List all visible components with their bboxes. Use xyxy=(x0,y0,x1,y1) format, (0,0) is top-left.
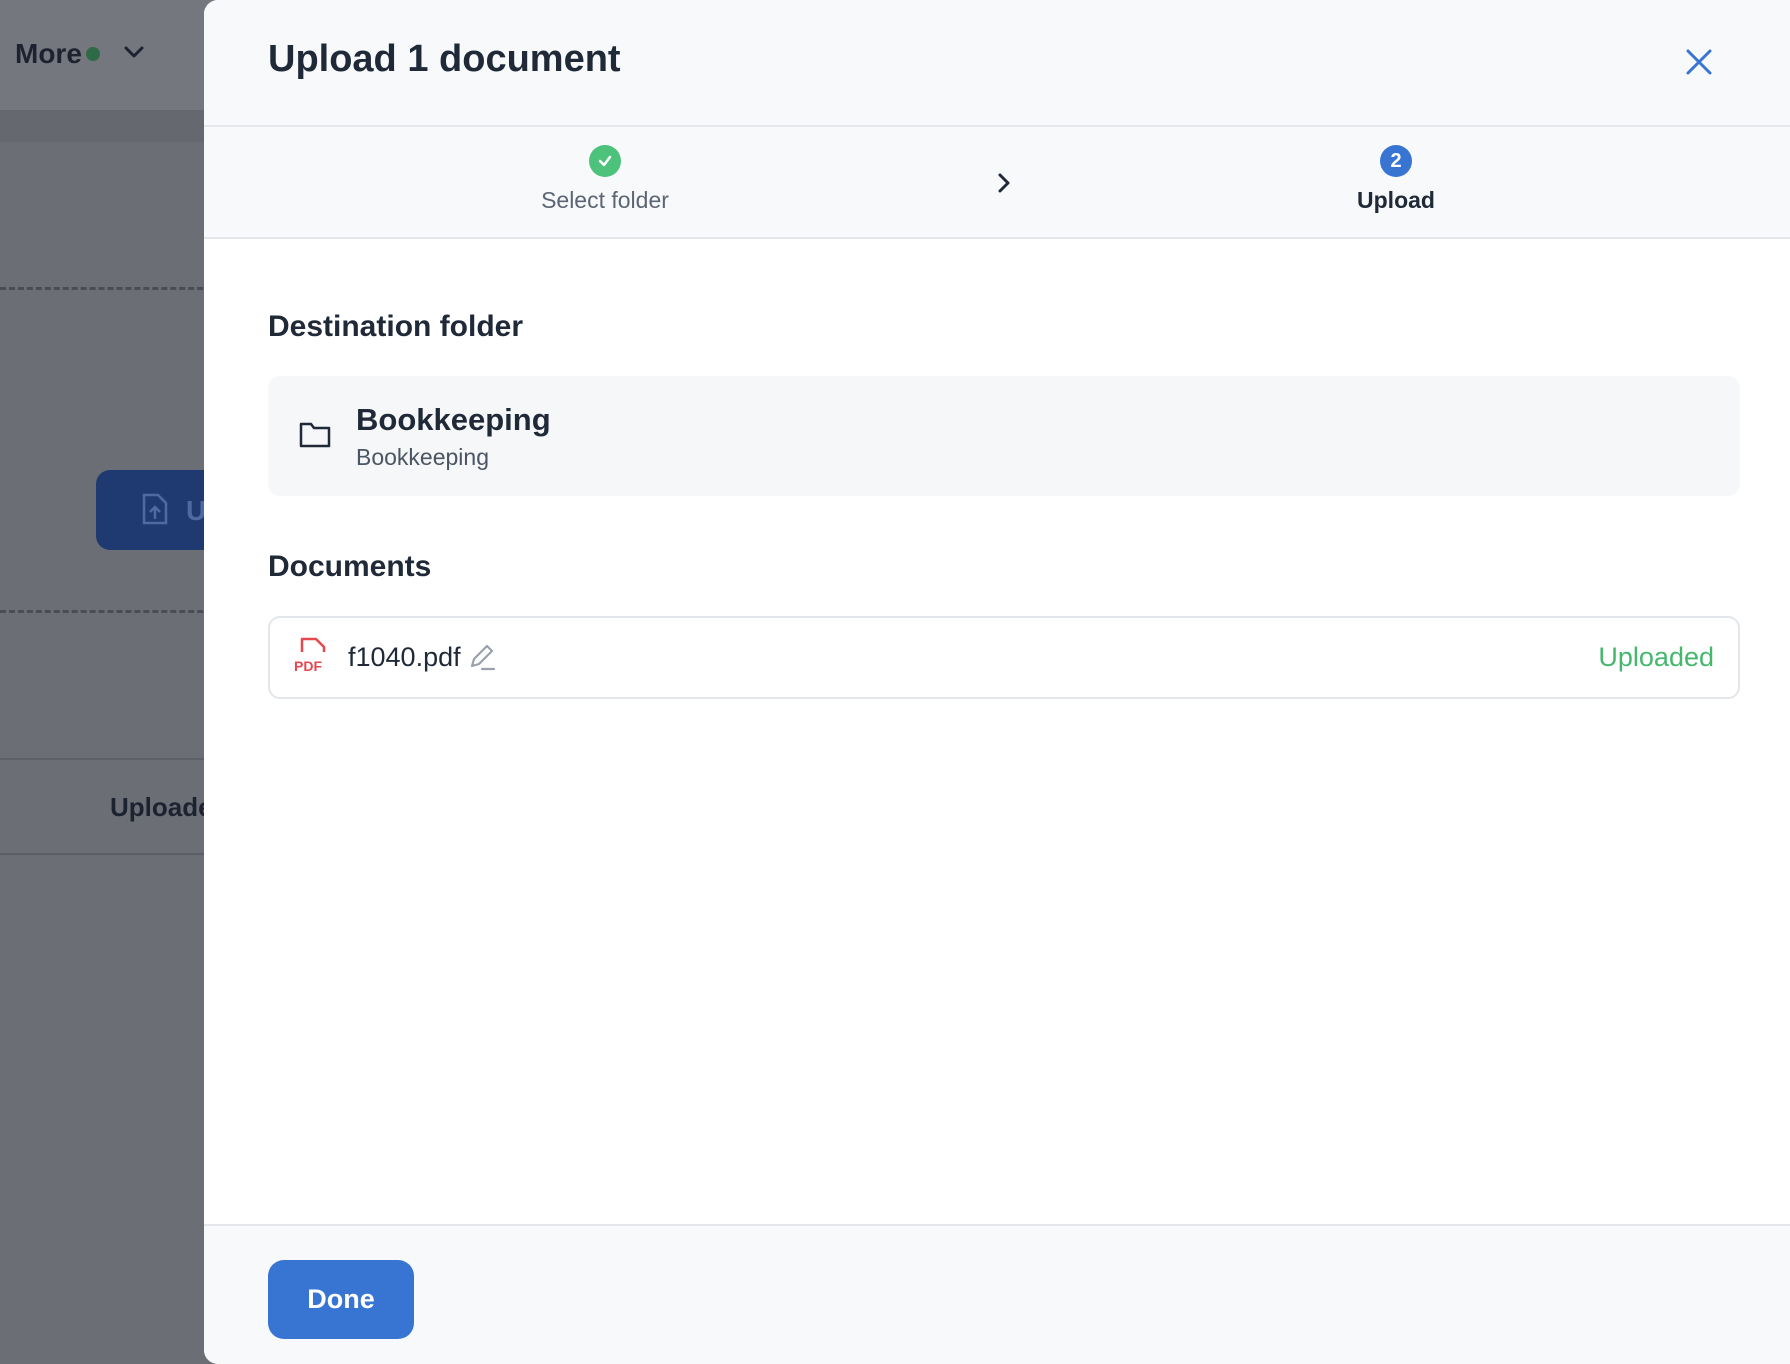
modal-header: Upload 1 document xyxy=(204,0,1790,127)
document-file-name: f1040.pdf xyxy=(348,642,461,672)
close-icon[interactable] xyxy=(1681,44,1717,80)
status-dot xyxy=(86,47,100,61)
dropzone-border-bottom xyxy=(0,610,230,613)
destination-folder-heading: Destination folder xyxy=(268,310,524,343)
upload-modal: Upload 1 document Select folder 2 Upload… xyxy=(204,0,1790,1364)
documents-heading: Documents xyxy=(268,550,432,583)
folder-path: Bookkeeping xyxy=(356,444,489,470)
edit-pencil-icon[interactable] xyxy=(466,640,498,672)
step-select-folder: Select folder xyxy=(532,145,678,214)
background-band xyxy=(0,110,230,142)
chevron-down-icon xyxy=(124,46,144,58)
folder-icon xyxy=(299,422,331,448)
done-button[interactable]: Done xyxy=(268,1260,414,1339)
table-divider xyxy=(0,758,230,760)
modal-footer: Done xyxy=(204,1224,1790,1364)
table-column-header: Uploade xyxy=(110,792,213,822)
folder-name: Bookkeeping xyxy=(356,402,551,437)
stepper: Select folder 2 Upload xyxy=(204,127,1790,239)
file-upload-icon xyxy=(142,493,168,525)
modal-title: Upload 1 document xyxy=(268,38,621,80)
step-label: Select folder xyxy=(541,187,669,213)
chevron-right-icon xyxy=(998,173,1010,193)
more-menu-label: More xyxy=(15,38,82,69)
document-row: PDF f1040.pdf Uploaded xyxy=(268,616,1740,699)
step-done-indicator xyxy=(589,145,621,177)
table-divider xyxy=(0,853,230,855)
pdf-icon: PDF xyxy=(294,637,326,674)
step-number: 2 xyxy=(1380,145,1412,177)
step-upload: 2 Upload xyxy=(1334,145,1458,214)
pdf-type-label: PDF xyxy=(294,658,322,674)
upload-status: Uploaded xyxy=(1598,642,1714,672)
dropzone-border-top xyxy=(0,287,230,290)
step-label: Upload xyxy=(1357,187,1435,213)
destination-folder-card: Bookkeeping Bookkeeping xyxy=(268,376,1740,496)
check-icon xyxy=(598,155,612,167)
